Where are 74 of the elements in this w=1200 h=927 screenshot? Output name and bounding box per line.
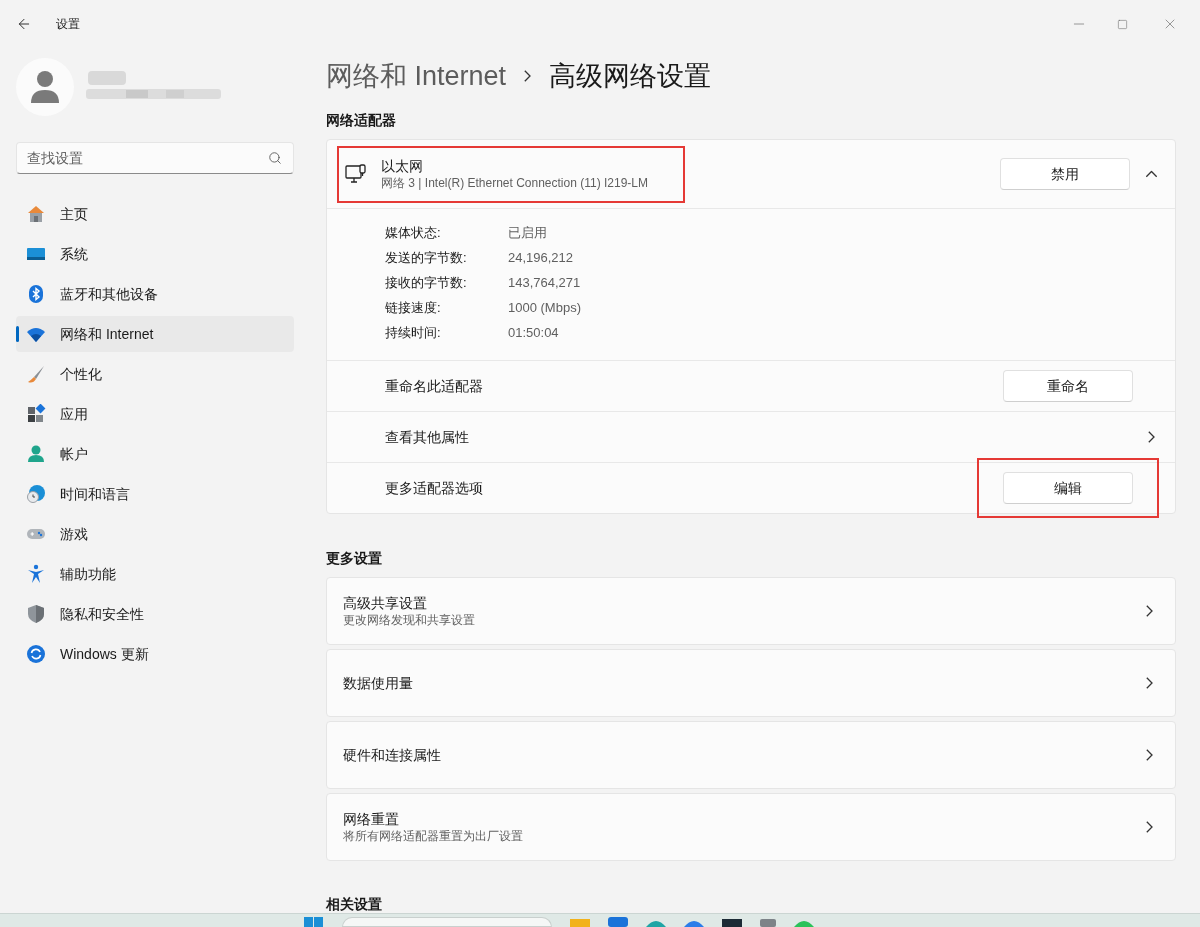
- settings-link-row[interactable]: 查看其他属性: [327, 411, 1175, 462]
- chevron-right-icon: [1146, 821, 1153, 833]
- taskbar-search-field[interactable]: [342, 917, 552, 927]
- detail-label: 发送的字节数:: [385, 249, 468, 267]
- sidebar-item[interactable]: 时间和语言: [16, 476, 294, 512]
- section-heading: 更多设置: [326, 549, 383, 568]
- card-subtitle: 将所有网络适配器重置为出厂设置: [343, 828, 524, 844]
- chevron-right-icon: [1146, 605, 1153, 617]
- card-subtitle: 更改网络发现和共享设置: [343, 612, 476, 628]
- page-title: 高级网络设置: [549, 59, 712, 93]
- home-icon: [26, 204, 46, 224]
- app-icon[interactable]: [646, 919, 666, 927]
- breadcrumb-parent[interactable]: 网络和 Internet: [326, 55, 507, 97]
- maximize-icon[interactable]: [1117, 18, 1128, 30]
- sidebar-item[interactable]: 网络和 Internet: [16, 316, 294, 352]
- card-title: 高级共享设置: [343, 594, 428, 612]
- section-heading: 相关设置: [326, 895, 383, 913]
- chevron-right-icon: [524, 70, 532, 82]
- sidebar-item[interactable]: 系统: [16, 236, 294, 272]
- shield-icon: [26, 604, 46, 624]
- detail-label: 接收的字节数:: [385, 274, 468, 292]
- adapter-name: 以太网: [381, 157, 424, 175]
- sidebar-item[interactable]: 个性化: [16, 356, 294, 392]
- settings-card[interactable]: 硬件和连接属性: [326, 721, 1176, 789]
- ethernet-monitor-icon: [345, 163, 367, 185]
- adapter-description: 网络 3 | Intel(R) Ethernet Connection (11) I219-LM: [381, 175, 648, 191]
- update-icon: [26, 644, 46, 664]
- action-button[interactable]: 重命名: [1003, 370, 1133, 402]
- search-field[interactable]: 查找设置: [16, 142, 294, 174]
- globe-clock-icon: [26, 484, 46, 504]
- chevron-up-icon[interactable]: [1145, 170, 1158, 178]
- settings-card[interactable]: 数据使用量: [326, 649, 1176, 717]
- sidebar-item[interactable]: 辅助功能: [16, 556, 294, 592]
- accessibility-icon: [26, 564, 46, 584]
- section-heading: 网络适配器: [326, 111, 397, 130]
- apps-icon: [26, 404, 46, 424]
- person-icon: [26, 444, 46, 464]
- detail-label: 持续时间:: [385, 324, 442, 342]
- row-label: 更多适配器选项: [385, 478, 484, 498]
- sidebar-item[interactable]: 应用: [16, 396, 294, 432]
- search-icon: [268, 151, 282, 165]
- settings-card[interactable]: 网络重置 将所有网络适配器重置为出厂设置: [326, 793, 1176, 861]
- detail-label: 媒体状态:: [385, 224, 442, 242]
- detail-value: 143,764,271: [508, 274, 582, 292]
- app-icon[interactable]: [608, 917, 628, 927]
- sidebar-item[interactable]: 主页: [16, 196, 294, 232]
- sidebar-item[interactable]: 帐户: [16, 436, 294, 472]
- card-title: 网络重置: [343, 810, 400, 828]
- sidebar-item[interactable]: Windows 更新: [16, 636, 294, 672]
- sidebar-item[interactable]: 游戏: [16, 516, 294, 552]
- detail-value: 已启用: [508, 224, 548, 242]
- settings-card[interactable]: 高级共享设置 更改网络发现和共享设置: [326, 577, 1176, 645]
- chevron-right-icon: [1148, 431, 1155, 443]
- bluetooth-icon: [26, 284, 46, 304]
- chevron-right-icon: [1146, 749, 1153, 761]
- row-label: 查看其他属性: [385, 427, 470, 447]
- app-icon[interactable]: [794, 919, 814, 927]
- chevron-right-icon: [1146, 677, 1153, 689]
- back-icon[interactable]: [16, 16, 32, 32]
- action-button[interactable]: 编辑: [1003, 472, 1133, 504]
- action-button[interactable]: 禁用: [1000, 158, 1130, 190]
- sidebar-item[interactable]: 蓝牙和其他设备: [16, 276, 294, 312]
- start-icon[interactable]: [304, 915, 324, 927]
- row-label: 重命名此适配器: [385, 376, 484, 396]
- card-title: 数据使用量: [343, 674, 414, 692]
- detail-value: 01:50:04: [508, 324, 560, 342]
- window-title: 设置: [56, 16, 80, 33]
- detail-label: 链接速度:: [385, 299, 442, 317]
- selection-indicator: [16, 326, 19, 342]
- card-title: 硬件和连接属性: [343, 746, 442, 764]
- detail-value: 24,196,212: [508, 249, 575, 267]
- app-icon[interactable]: [684, 919, 704, 927]
- detail-value: 1000 (Mbps): [508, 299, 582, 317]
- sidebar-item[interactable]: 隐私和安全性: [16, 596, 294, 632]
